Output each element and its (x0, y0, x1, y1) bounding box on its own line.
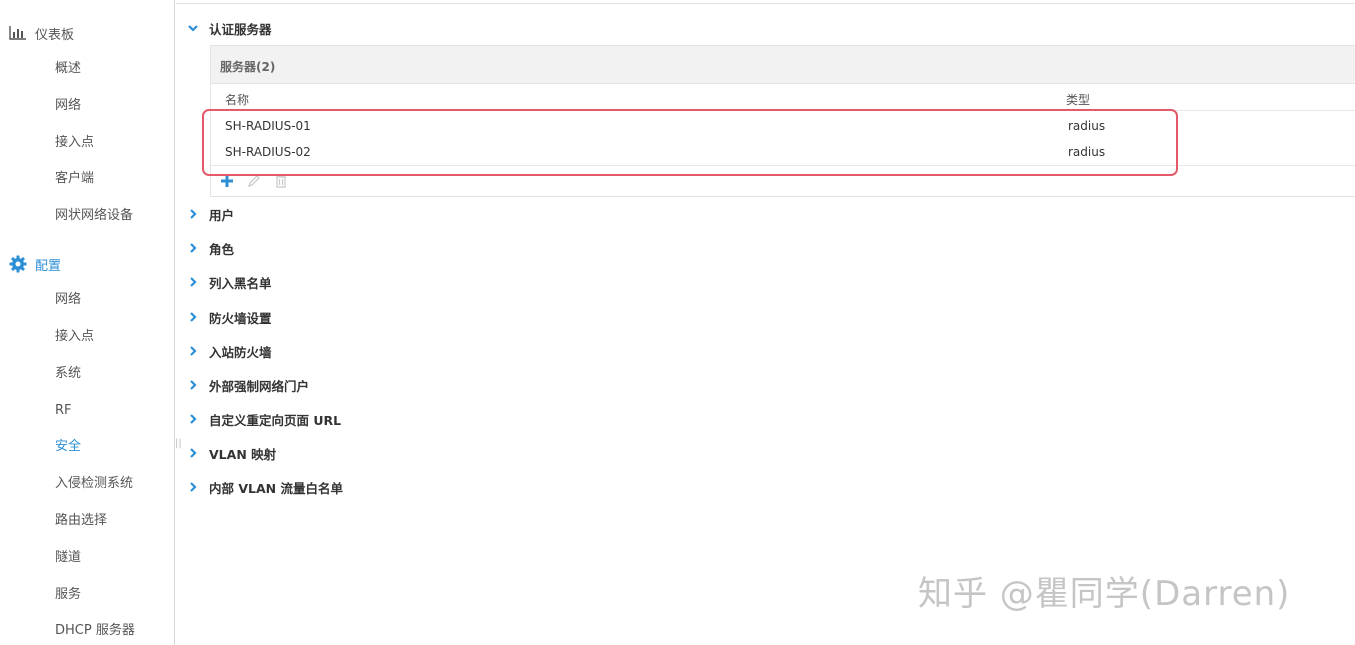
accordion-blacklist[interactable]: 列入黑名单 (186, 272, 272, 292)
main-content: 认证服务器 服务器(2) 名称 类型 SH-RADIUS-01 radius S… (176, 0, 1355, 645)
bar-chart-icon (8, 23, 28, 43)
sidebar-item-security[interactable]: 安全 (55, 437, 81, 457)
panel-title: 服务器(2) (220, 60, 276, 74)
auth-servers-panel: 服务器(2) 名称 类型 SH-RADIUS-01 radius SH-RADI… (210, 45, 1355, 197)
column-header-name[interactable]: 名称 (225, 91, 249, 108)
accordion-redirect-url[interactable]: 自定义重定向页面 URL (186, 409, 341, 429)
server-name: SH-RADIUS-01 (225, 119, 311, 133)
table-toolbar (219, 173, 300, 189)
divider (176, 3, 1355, 4)
chevron-down-icon (186, 21, 200, 35)
column-header-type[interactable]: 类型 (1066, 91, 1090, 108)
sidebar-item-config-access-points[interactable]: 接入点 (55, 327, 94, 347)
sidebar-item-services[interactable]: 服务 (55, 585, 81, 605)
accordion-title: 用户 (209, 207, 235, 223)
accordion-title: 自定义重定向页面 URL (209, 412, 342, 428)
delete-icon[interactable] (273, 173, 289, 189)
accordion-title: 外部强制网络门户 (209, 378, 310, 394)
sidebar-item-overview[interactable]: 概述 (55, 59, 81, 79)
chevron-right-icon (186, 241, 200, 255)
server-type: radius (1068, 145, 1106, 159)
edit-icon[interactable] (246, 173, 262, 189)
accordion-title: 入站防火墙 (209, 344, 272, 360)
accordion-external-captive-portal[interactable]: 外部强制网络门户 (186, 375, 309, 395)
accordion-title: 认证服务器 (209, 21, 272, 37)
panel-header: 服务器(2) (211, 46, 1355, 84)
accordion-vlan-whitelist[interactable]: 内部 VLAN 流量白名单 (186, 477, 343, 497)
accordion-title: 列入黑名单 (209, 275, 272, 291)
sidebar-item-rf[interactable]: RF (55, 401, 72, 421)
gear-icon (8, 254, 28, 274)
sidebar-item-config-networks[interactable]: 网络 (55, 290, 81, 310)
sidebar-item-mesh-devices[interactable]: 网状网络设备 (55, 206, 133, 226)
server-name: SH-RADIUS-02 (225, 145, 311, 159)
chevron-right-icon (186, 480, 200, 494)
chevron-right-icon (186, 275, 200, 289)
accordion-auth-servers[interactable]: 认证服务器 (186, 18, 272, 38)
add-icon[interactable] (219, 173, 235, 189)
sidebar-item-dhcp-server[interactable]: DHCP 服务器 (55, 621, 135, 641)
table-row[interactable]: SH-RADIUS-01 radius (211, 113, 1355, 139)
accordion-inbound-firewall[interactable]: 入站防火墙 (186, 341, 272, 361)
sidebar-section-label: 仪表板 (35, 27, 75, 43)
sidebar-item-routing[interactable]: 路由选择 (55, 511, 107, 531)
chevron-right-icon (186, 412, 200, 426)
sidebar-item-ids[interactable]: 入侵检测系统 (55, 474, 133, 494)
sidebar: 仪表板 概述 网络 接入点 客户端 网状网络设备 配置 网络 接入点 系统 RF… (0, 0, 175, 645)
sidebar-item-networks[interactable]: 网络 (55, 96, 81, 116)
sidebar-section-label: 配置 (35, 258, 62, 274)
chevron-right-icon (186, 378, 200, 392)
watermark: 知乎 @瞿同学(Darren) (918, 574, 1291, 614)
accordion-title: 角色 (209, 241, 235, 257)
chevron-right-icon (186, 344, 200, 358)
sidebar-item-access-points[interactable]: 接入点 (55, 133, 94, 153)
accordion-title: VLAN 映射 (209, 446, 277, 462)
sidebar-item-clients[interactable]: 客户端 (55, 169, 94, 189)
accordion-title: 防火墙设置 (209, 310, 272, 326)
table-row[interactable]: SH-RADIUS-02 radius (211, 139, 1355, 165)
chevron-right-icon (186, 310, 200, 324)
chevron-right-icon (186, 446, 200, 460)
accordion-vlan-mapping[interactable]: VLAN 映射 (186, 443, 276, 463)
divider (211, 110, 1355, 111)
accordion-users[interactable]: 用户 (186, 204, 234, 224)
accordion-firewall-settings[interactable]: 防火墙设置 (186, 307, 272, 327)
divider (211, 165, 1355, 166)
sidebar-item-system[interactable]: 系统 (55, 364, 81, 384)
sidebar-item-tunneling[interactable]: 隧道 (55, 548, 81, 568)
accordion-title: 内部 VLAN 流量白名单 (209, 480, 343, 496)
sidebar-section-configuration[interactable]: 配置 (8, 253, 61, 275)
accordion-roles[interactable]: 角色 (186, 238, 234, 258)
server-type: radius (1068, 119, 1106, 133)
sidebar-section-dashboard[interactable]: 仪表板 (8, 22, 74, 44)
chevron-right-icon (186, 207, 200, 221)
